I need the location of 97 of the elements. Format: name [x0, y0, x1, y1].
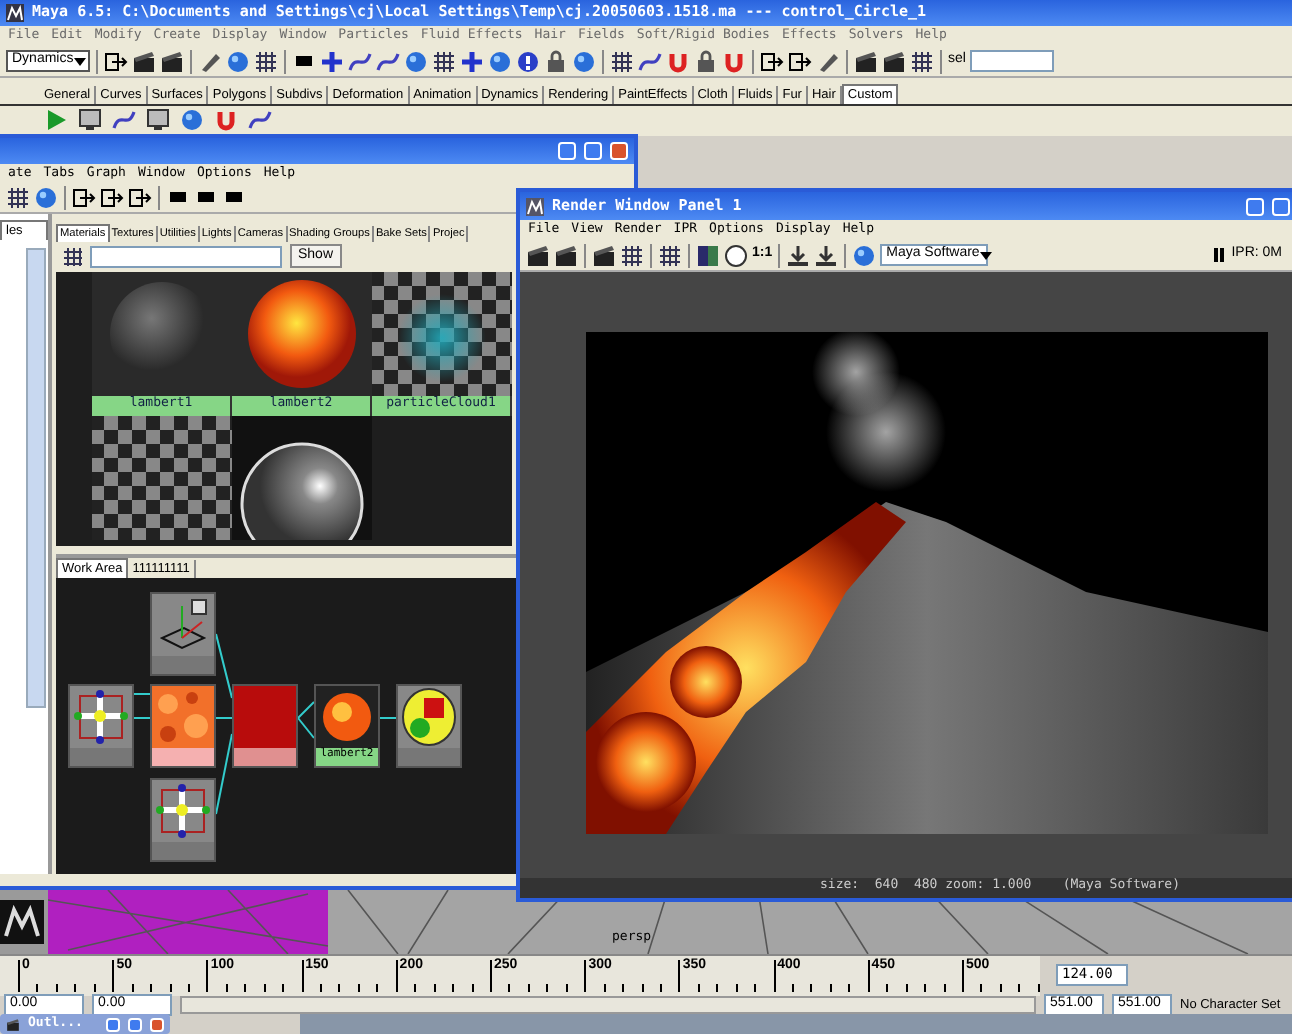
shader-node[interactable]: [396, 684, 462, 769]
sphere-icon[interactable]: [180, 108, 206, 134]
clapboard-icon[interactable]: [854, 49, 878, 73]
clapboard-icon[interactable]: [526, 243, 550, 267]
grid-icon[interactable]: [6, 186, 30, 210]
monitor-icon[interactable]: [146, 108, 172, 134]
download-icon[interactable]: [786, 243, 811, 267]
minimize-button[interactable]: [1246, 197, 1264, 215]
grid-icon[interactable]: [62, 246, 82, 267]
maximize-button[interactable]: [128, 1017, 142, 1031]
checker-swatch[interactable]: [92, 415, 232, 540]
connector-line: [297, 717, 315, 740]
placement-node-icon[interactable]: [152, 594, 214, 657]
shader-node[interactable]: [68, 684, 134, 769]
scrollbar[interactable]: [26, 248, 46, 709]
matte-sphere-swatch[interactable]: [92, 271, 232, 396]
grid-icon[interactable]: [610, 49, 634, 73]
connector-line: [133, 693, 151, 696]
grid-icon[interactable]: [620, 243, 644, 267]
sphere-icon[interactable]: [404, 49, 428, 73]
grid-icon[interactable]: [910, 49, 934, 73]
pause-icon: [1213, 247, 1224, 262]
connector-line: [215, 717, 233, 720]
connector-line: [215, 633, 233, 700]
clapboard-icon[interactable]: [554, 243, 578, 267]
connector-line: [133, 717, 151, 720]
sphere-icon[interactable]: [852, 243, 877, 267]
connector-line: [215, 733, 233, 816]
clapboard-icon[interactable]: [592, 243, 616, 267]
arrow-icon[interactable]: [100, 186, 124, 210]
noise-texture-icon[interactable]: [152, 686, 214, 749]
maya-logo-icon: [0, 900, 44, 944]
maya-logo-icon: [6, 4, 24, 22]
curve-icon[interactable]: [248, 108, 274, 134]
grid-icon[interactable]: [432, 49, 456, 73]
place-2d-node-icon[interactable]: [152, 780, 214, 843]
question-mark-icon[interactable]: [516, 49, 540, 73]
node-label-bar: [398, 748, 460, 767]
maximize-button[interactable]: [584, 142, 602, 160]
lock-icon[interactable]: [694, 49, 718, 73]
lock-icon[interactable]: [544, 49, 568, 73]
monitor-icon[interactable]: [78, 108, 104, 134]
curve-icon[interactable]: [112, 108, 138, 134]
maya-logo-icon: [526, 197, 544, 215]
clapboard-icon: [6, 1017, 20, 1031]
node-label-bar: [152, 748, 214, 767]
restore-button[interactable]: [106, 1017, 120, 1031]
arrow-icon[interactable]: [72, 186, 96, 210]
magnet-icon[interactable]: [722, 49, 746, 73]
magnet-icon[interactable]: [214, 108, 240, 134]
node-label-bar: [152, 656, 214, 675]
filter-field[interactable]: [90, 245, 282, 268]
sphere-icon[interactable]: [226, 49, 250, 73]
close-button[interactable]: [150, 1017, 164, 1031]
circle-icon[interactable]: [724, 243, 748, 267]
shader-node[interactable]: [150, 778, 216, 863]
flat-swatch-icon[interactable]: [234, 686, 296, 749]
arrow-icon[interactable]: [760, 49, 784, 73]
curve-icon[interactable]: [638, 49, 662, 73]
minimize-button[interactable]: [558, 142, 576, 160]
sphere-icon[interactable]: [572, 49, 596, 73]
grid-icon[interactable]: [254, 49, 278, 73]
shading-group-icon[interactable]: [398, 686, 460, 749]
selection-field[interactable]: [969, 50, 1054, 72]
shader-node[interactable]: [150, 592, 216, 677]
shader-node[interactable]: [232, 684, 298, 769]
range-slider-track[interactable]: [180, 996, 1036, 1014]
curve-icon[interactable]: [376, 49, 400, 73]
magnet-icon[interactable]: [666, 49, 690, 73]
arrow-icon[interactable]: [104, 49, 128, 73]
node-label-bar: [234, 748, 296, 767]
clapboard-icon[interactable]: [160, 49, 184, 73]
connector-line: [297, 701, 315, 720]
clapboard-icon[interactable]: [132, 49, 156, 73]
plus-icon[interactable]: [320, 49, 344, 73]
clapboard-icon[interactable]: [882, 49, 906, 73]
node-label-bar: [70, 748, 132, 767]
download-icon[interactable]: [814, 243, 839, 267]
arrow-icon[interactable]: [788, 49, 812, 73]
close-button[interactable]: [610, 142, 628, 160]
connector-line: [379, 717, 397, 720]
grid-icon[interactable]: [658, 243, 682, 267]
sphere-icon[interactable]: [488, 49, 512, 73]
shiny-sphere-swatch[interactable]: [232, 415, 372, 540]
cloud-swatch[interactable]: [372, 271, 512, 396]
gradient-icon[interactable]: [696, 243, 720, 267]
shader-node[interactable]: [150, 684, 216, 769]
arrow-icon[interactable]: [128, 186, 152, 210]
sphere-icon[interactable]: [34, 186, 58, 210]
maximize-button[interactable]: [1272, 197, 1290, 215]
place-2d-node-icon[interactable]: [70, 686, 132, 749]
dropdown-arrow-icon: [73, 57, 86, 65]
curve-icon[interactable]: [348, 49, 372, 73]
node-label-bar: [152, 842, 214, 861]
dropdown-arrow-icon: [979, 251, 992, 259]
fire-sphere-swatch[interactable]: [232, 271, 372, 396]
plus-icon[interactable]: [460, 49, 484, 73]
